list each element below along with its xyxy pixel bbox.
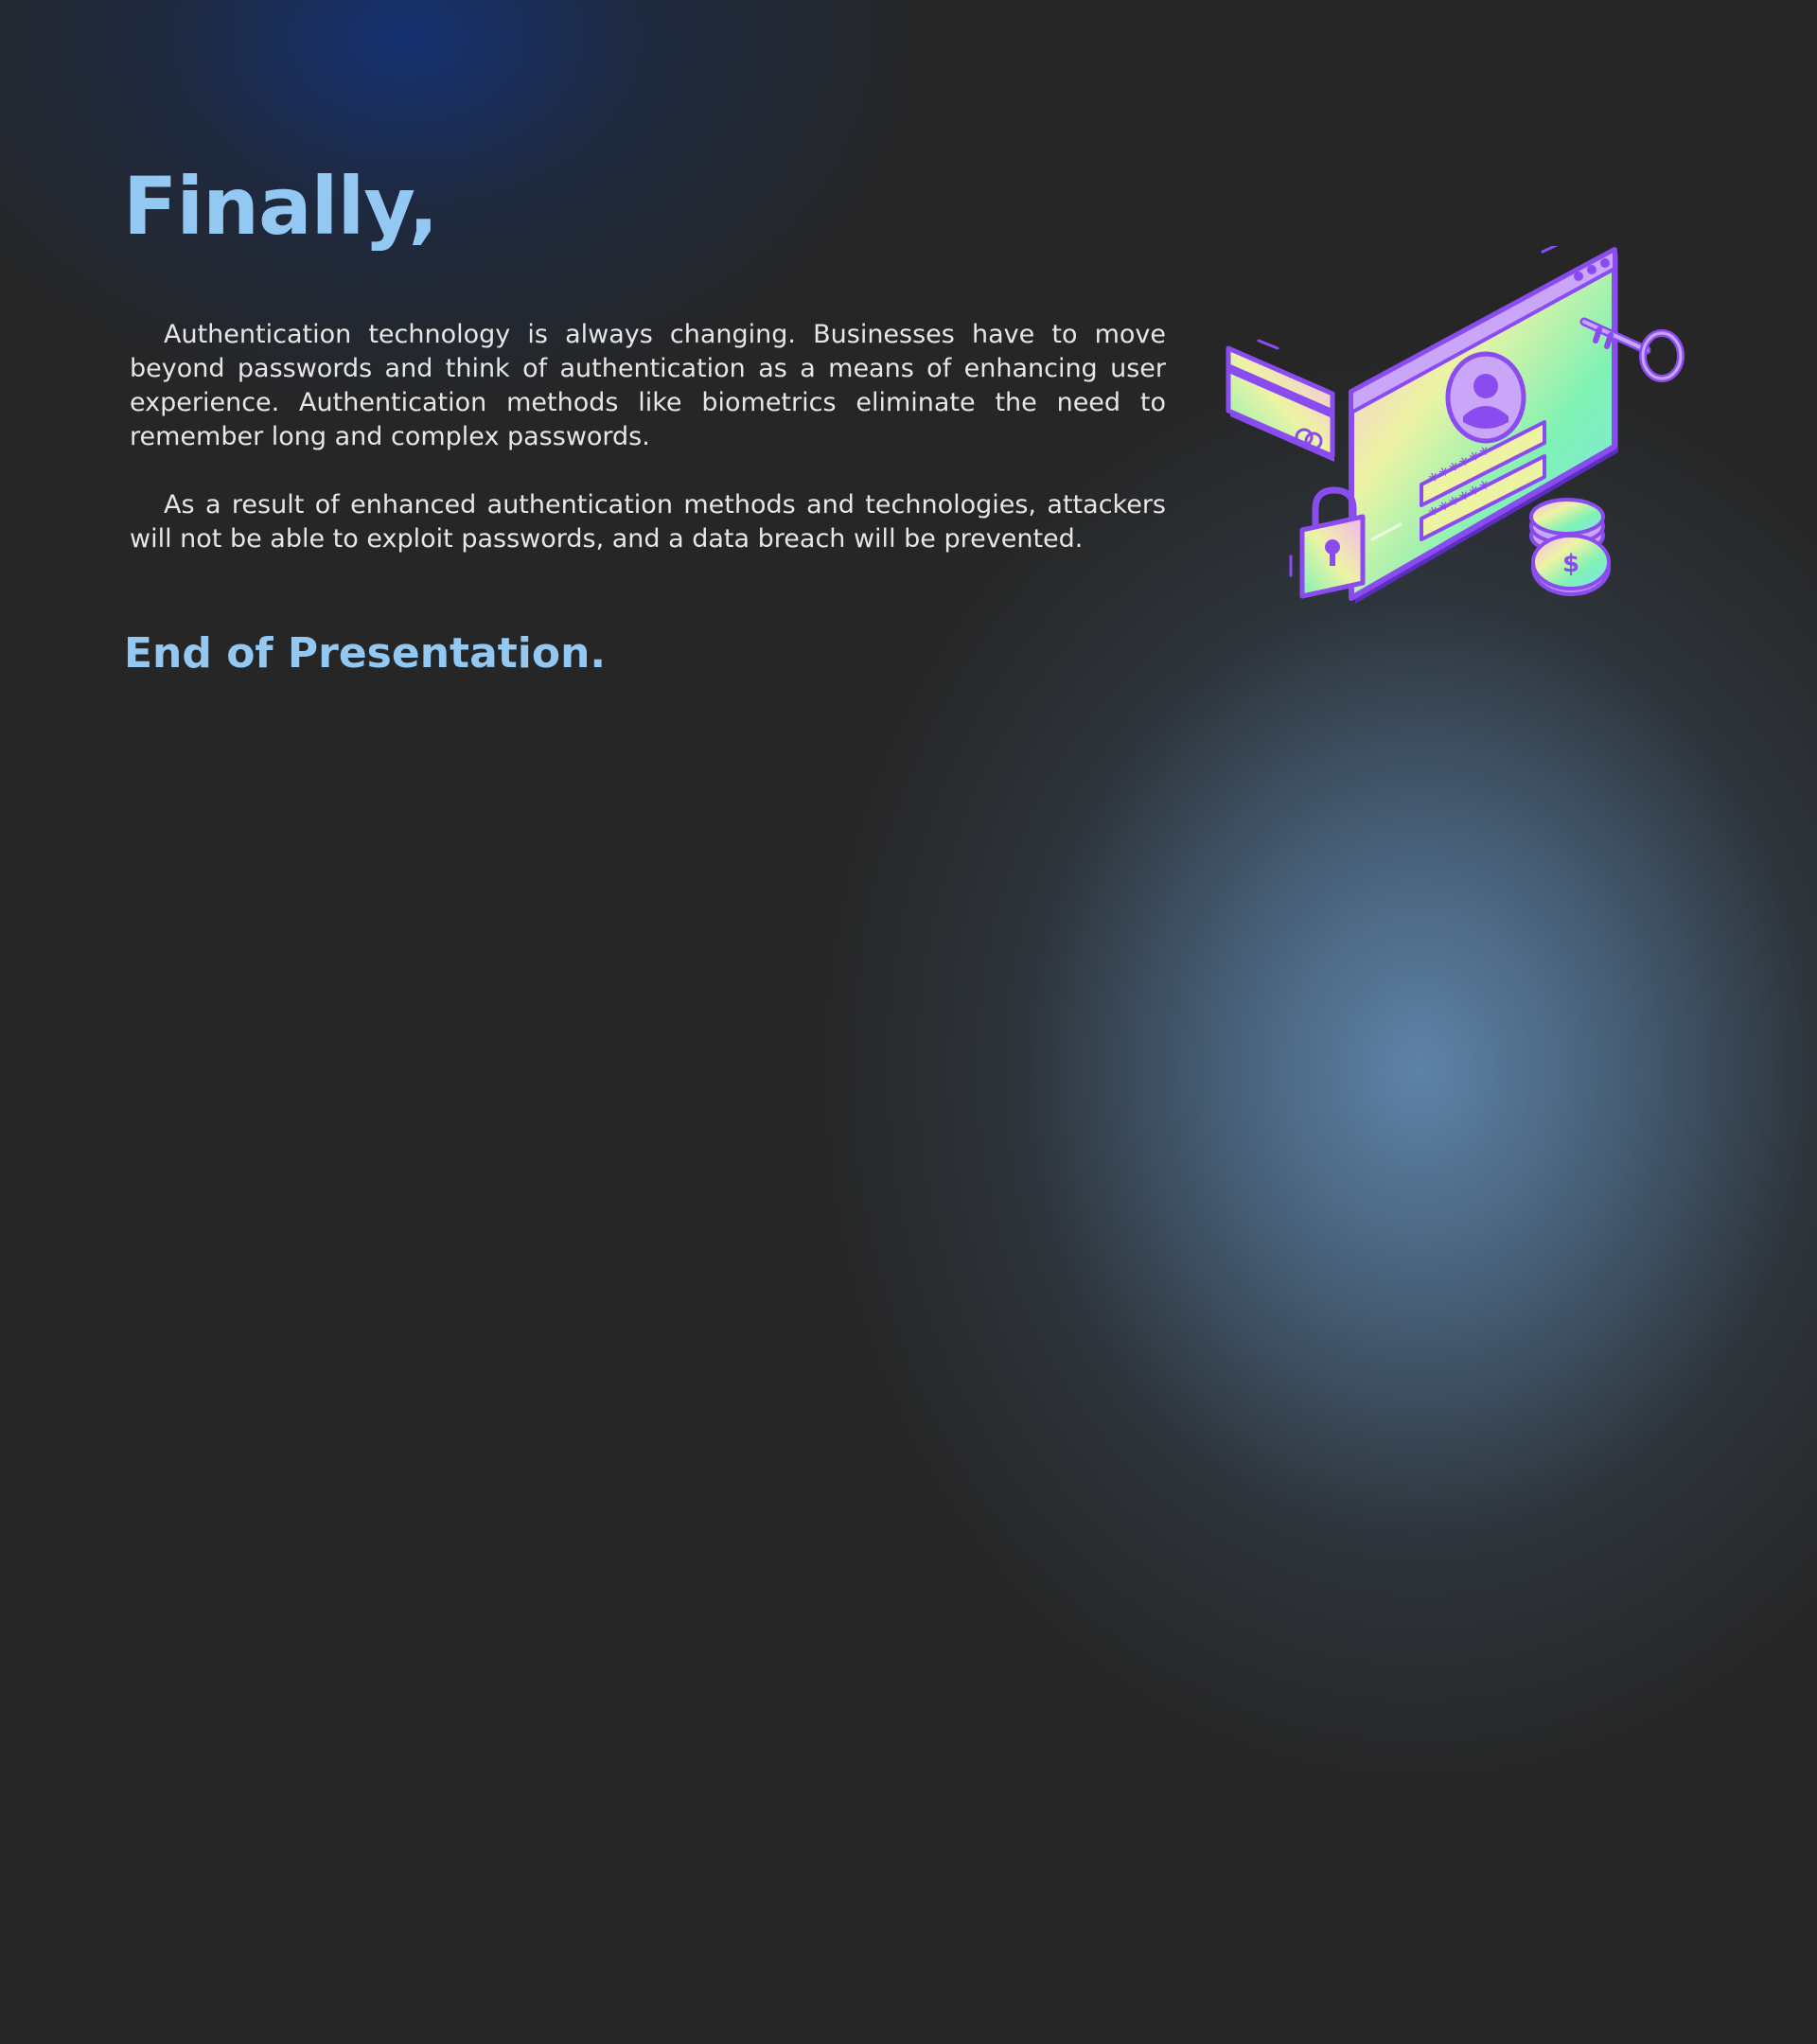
authentication-illustration: ****** ****** $ [1226, 246, 1685, 604]
paragraph-2: As a result of enhanced authentication m… [130, 490, 1166, 554]
page-title: Finally, [123, 160, 438, 253]
paragraph-1: Authentication technology is always chan… [130, 320, 1166, 451]
credit-card-icon [1226, 339, 1335, 462]
coin-symbol: $ [1562, 550, 1579, 578]
closing-heading: End of Presentation. [124, 629, 607, 678]
user-avatar-icon [1445, 351, 1526, 444]
padlock-icon [1289, 486, 1366, 599]
body-text: Authentication technology is always chan… [130, 318, 1166, 590]
coins-icon: $ [1529, 498, 1611, 596]
